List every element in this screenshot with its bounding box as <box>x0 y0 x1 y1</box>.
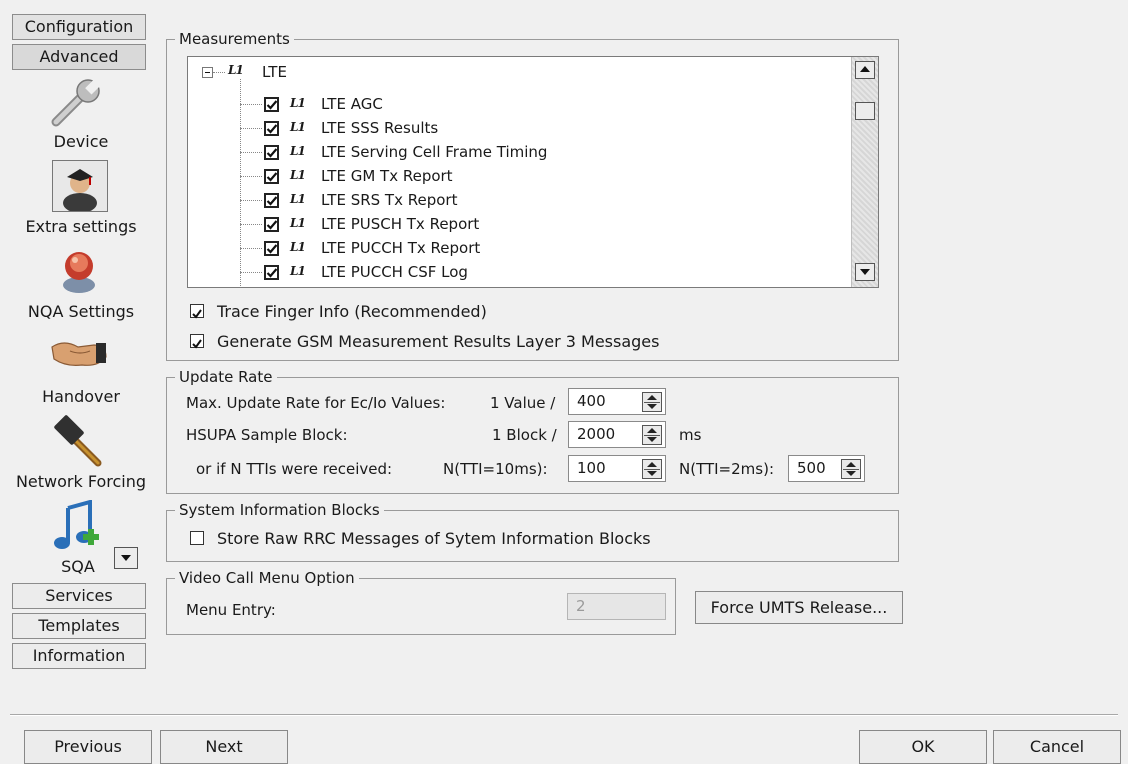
tree-item-checkbox[interactable] <box>264 265 279 280</box>
chevron-down-icon <box>121 555 131 561</box>
tree-item-checkbox[interactable] <box>264 169 279 184</box>
tti2-spinbox[interactable]: 500 <box>788 455 865 482</box>
l1-badge: L1 <box>290 96 306 110</box>
tree-item-label[interactable]: LTE AGC <box>321 93 383 115</box>
tab-advanced[interactable]: Advanced <box>12 44 146 70</box>
tab-services[interactable]: Services <box>12 583 146 609</box>
l1-badge: L1 <box>290 168 306 182</box>
nav-expand-button[interactable] <box>114 547 138 569</box>
l1-badge: L1 <box>290 216 306 230</box>
nav-item-sqa[interactable]: SQA <box>50 557 106 576</box>
tree-root-lte[interactable]: LTE <box>262 61 287 83</box>
scroll-up-button[interactable] <box>855 61 875 79</box>
arrow-up-icon <box>860 66 870 72</box>
ecio-unit: 1 Value / <box>490 394 556 412</box>
gsm-l3-label: Generate GSM Measurement Results Layer 3… <box>217 332 660 351</box>
tab-configuration[interactable]: Configuration <box>12 14 146 40</box>
hsupa-spinbox[interactable]: 2000 <box>568 421 666 448</box>
tree-item-label[interactable]: LTE Serving Cell Frame Timing <box>321 141 547 163</box>
menu-entry-label: Menu Entry: <box>186 601 276 619</box>
scroll-thumb[interactable] <box>855 102 875 120</box>
tree-item-label[interactable]: LTE PUSCH CSF Log <box>321 285 467 287</box>
force-umts-release-button[interactable]: Force UMTS Release... <box>695 591 903 624</box>
menu-entry-value: 2 <box>576 597 586 615</box>
cancel-button[interactable]: Cancel <box>993 730 1121 764</box>
trace-finger-label: Trace Finger Info (Recommended) <box>217 302 487 321</box>
nav-item-extra-settings[interactable]: Extra settings <box>6 217 156 236</box>
l1-badge: L1 <box>228 63 244 77</box>
ecio-value: 400 <box>577 392 606 410</box>
nav-item-device[interactable]: Device <box>6 132 156 151</box>
l1-badge: L1 <box>290 192 306 206</box>
tree-expander[interactable] <box>202 67 213 78</box>
tree-item-label[interactable]: LTE GM Tx Report <box>321 165 453 187</box>
gsm-l3-checkbox[interactable] <box>190 334 204 349</box>
tree-item-checkbox[interactable] <box>264 97 279 112</box>
measurements-title: Measurements <box>175 29 294 49</box>
l1-badge: L1 <box>290 240 306 254</box>
hsupa-unit: 1 Block / <box>492 426 557 444</box>
tti10-spinbox[interactable]: 100 <box>568 455 666 482</box>
ok-button[interactable]: OK <box>859 730 987 764</box>
handshake-icon[interactable] <box>50 333 108 377</box>
tab-templates[interactable]: Templates <box>12 613 146 639</box>
tree-item-label[interactable]: LTE SSS Results <box>321 117 438 139</box>
trace-finger-checkbox[interactable] <box>190 304 204 319</box>
tti2-value: 500 <box>797 459 826 477</box>
menu-entry-field[interactable]: 2 <box>567 593 666 620</box>
tti-label: or if N TTIs were received: <box>196 460 393 478</box>
video-call-title: Video Call Menu Option <box>175 568 359 588</box>
l1-badge: L1 <box>290 144 306 158</box>
update-rate-title: Update Rate <box>175 367 277 387</box>
arrow-down-icon <box>860 269 870 275</box>
tree-item-label[interactable]: LTE PUSCH Tx Report <box>321 213 479 235</box>
tree-item-label[interactable]: LTE PUCCH Tx Report <box>321 237 480 259</box>
tti2-label: N(TTI=2ms): <box>679 460 775 478</box>
nqa-alert-icon[interactable] <box>54 245 104 299</box>
footer-divider <box>10 714 1118 716</box>
tree-item-label[interactable]: LTE PUCCH CSF Log <box>321 261 468 283</box>
ecio-spin-arrows[interactable] <box>642 392 662 412</box>
hammer-icon[interactable] <box>52 415 104 471</box>
nav-item-nqa-settings[interactable]: NQA Settings <box>6 302 156 321</box>
tti2-spin-arrows[interactable] <box>841 459 861 479</box>
ecio-spinbox[interactable]: 400 <box>568 388 666 415</box>
sib-title: System Information Blocks <box>175 500 384 520</box>
user-settings-icon[interactable] <box>52 160 108 213</box>
previous-button[interactable]: Previous <box>24 730 152 764</box>
store-raw-rrc-checkbox[interactable] <box>190 531 204 545</box>
wrench-icon[interactable] <box>50 78 108 132</box>
tree-item-checkbox[interactable] <box>264 193 279 208</box>
tree-item-checkbox[interactable] <box>264 121 279 136</box>
tree-scrollbar[interactable] <box>851 57 878 287</box>
hsupa-ms-label: ms <box>679 426 702 444</box>
measurements-tree[interactable]: L1 LTE L1 LTE AGC L1 LTE SSS Results L1 LTE S… <box>187 56 879 288</box>
nav-item-network-forcing[interactable]: Network Forcing <box>6 472 156 491</box>
music-note-add-icon[interactable] <box>50 499 104 556</box>
tree-item-label[interactable]: LTE SRS Tx Report <box>321 189 457 211</box>
store-raw-rrc-label: Store Raw RRC Messages of Sytem Informat… <box>217 529 651 548</box>
tree-item-checkbox[interactable] <box>264 217 279 232</box>
tti10-label: N(TTI=10ms): <box>443 460 548 478</box>
hsupa-value: 2000 <box>577 425 616 443</box>
hsupa-label: HSUPA Sample Block: <box>186 426 348 444</box>
ecio-label: Max. Update Rate for Ec/Io Values: <box>186 394 446 412</box>
hsupa-spin-arrows[interactable] <box>642 425 662 445</box>
scroll-down-button[interactable] <box>855 263 875 281</box>
l1-badge: L1 <box>290 120 306 134</box>
tab-information[interactable]: Information <box>12 643 146 669</box>
l1-badge: L1 <box>290 264 306 278</box>
tree-item-checkbox[interactable] <box>264 241 279 256</box>
nav-item-handover[interactable]: Handover <box>6 387 156 406</box>
tree-item-checkbox[interactable] <box>264 145 279 160</box>
next-button[interactable]: Next <box>160 730 288 764</box>
tti10-spin-arrows[interactable] <box>642 459 662 479</box>
tti10-value: 100 <box>577 459 606 477</box>
